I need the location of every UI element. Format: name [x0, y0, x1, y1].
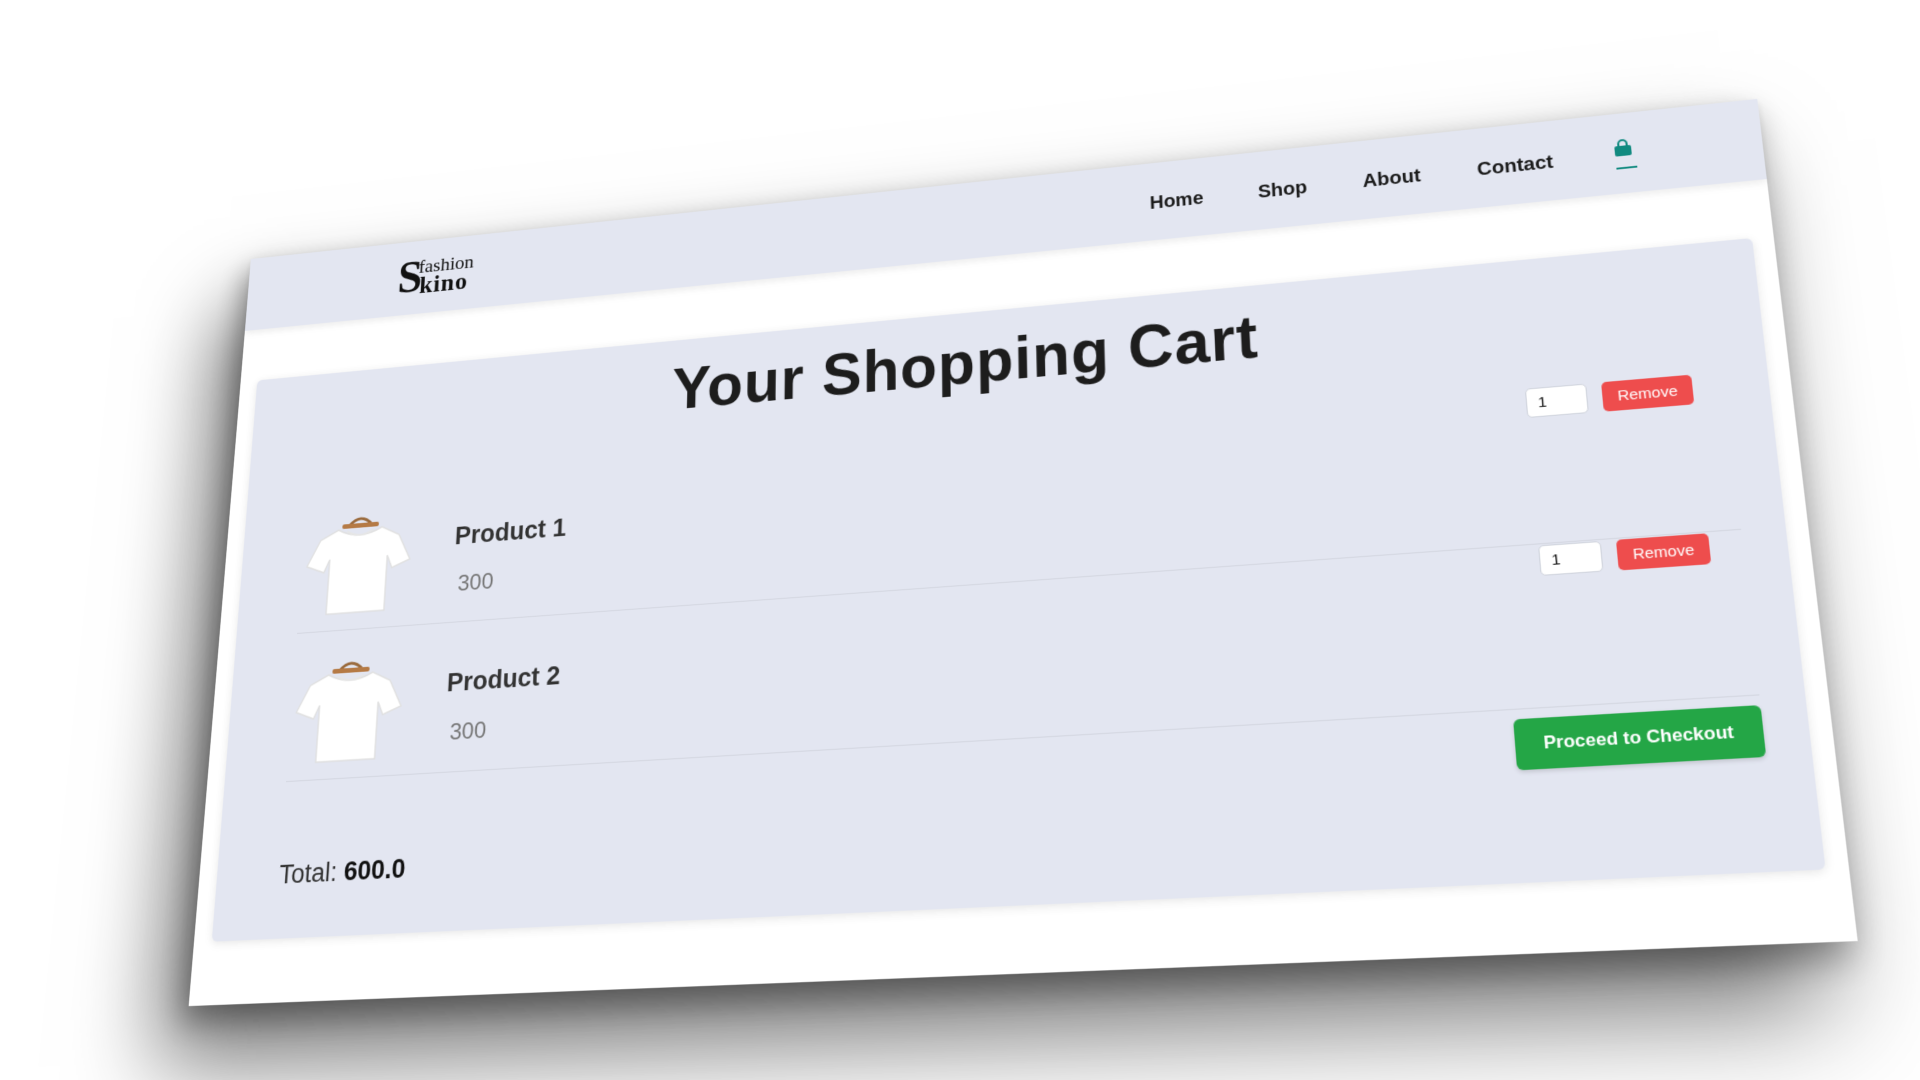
total-value: 600.0 — [343, 853, 407, 887]
quantity-input[interactable] — [1538, 540, 1604, 576]
product-price: 300 — [457, 568, 495, 597]
nav-about[interactable]: About — [1362, 165, 1421, 192]
quantity-input[interactable] — [1524, 383, 1590, 419]
cart-total: Total: 600.0 — [278, 854, 406, 891]
product-price: 300 — [449, 717, 487, 746]
viewport: S fashion kino Home Shop About Contact Y… — [0, 0, 1920, 1080]
nav-contact[interactable]: Contact — [1476, 152, 1554, 181]
nav-shop[interactable]: Shop — [1257, 177, 1307, 203]
product-name: Product 1 — [454, 513, 567, 550]
shopping-bag-icon — [1612, 138, 1632, 157]
tshirt-image — [298, 506, 418, 622]
active-underline — [1616, 165, 1638, 170]
item-controls: Remove — [1524, 374, 1695, 419]
logo-bottom-text: kino — [418, 267, 469, 300]
web-page: S fashion kino Home Shop About Contact Y… — [188, 98, 1858, 1007]
proceed-to-checkout-button[interactable]: Proceed to Checkout — [1513, 705, 1767, 771]
remove-button[interactable]: Remove — [1616, 533, 1712, 571]
tshirt-image — [287, 651, 410, 770]
product-name: Product 2 — [446, 661, 561, 698]
nav-home[interactable]: Home — [1149, 188, 1204, 214]
main-nav: Home Shop About Contact — [1149, 138, 1638, 219]
nav-cart[interactable] — [1609, 138, 1638, 172]
remove-button[interactable]: Remove — [1601, 374, 1695, 412]
cart-section: Your Shopping Cart Product 1 300 Remove — [211, 238, 1826, 942]
brand-logo[interactable]: S fashion kino — [396, 247, 492, 303]
total-label: Total: — [278, 857, 339, 890]
